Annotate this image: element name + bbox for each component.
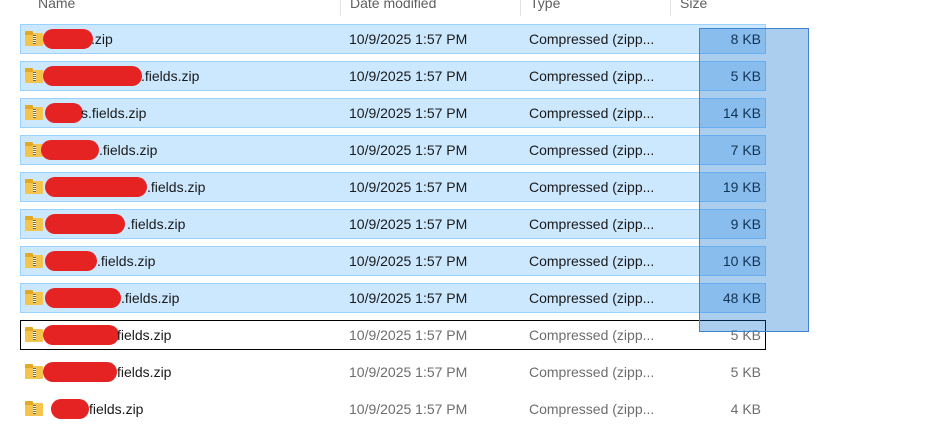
redaction-mark [41, 140, 99, 160]
zip-folder-icon [25, 253, 43, 268]
file-name: fields.zip [117, 364, 172, 380]
file-type: Compressed (zipp... [529, 68, 655, 84]
file-row[interactable]: fields.zip 10/9/2025 1:57 PM Compressed (z… [20, 394, 766, 424]
file-row[interactable]: s.fields.zip 10/9/2025 1:57 PM Compressed … [20, 98, 766, 128]
file-row[interactable]: .zip 10/9/2025 1:57 PM Compressed (zipp...… [20, 24, 766, 54]
file-row[interactable]: .fields.zip 10/9/2025 1:57 PM Compressed (… [20, 283, 766, 313]
file-date-modified: 10/9/2025 1:57 PM [349, 401, 468, 417]
file-size: 5 KB [730, 364, 761, 380]
file-date-modified: 10/9/2025 1:57 PM [349, 290, 468, 306]
redaction-mark [45, 251, 97, 271]
file-date-modified: 10/9/2025 1:57 PM [349, 253, 468, 269]
file-date-modified: 10/9/2025 1:57 PM [349, 216, 468, 232]
redaction-mark [51, 399, 89, 419]
file-size: 4 KB [730, 401, 761, 417]
file-name: .zip [91, 31, 113, 47]
file-row[interactable]: fields.zip 10/9/2025 1:57 PM Compressed (z… [20, 320, 766, 350]
zip-folder-icon [25, 105, 43, 120]
file-date-modified: 10/9/2025 1:57 PM [349, 179, 468, 195]
redaction-mark [45, 177, 147, 197]
zip-folder-icon [25, 327, 43, 342]
file-name: .fields.zip [127, 216, 186, 232]
file-name: fields.zip [89, 401, 144, 417]
file-date-modified: 10/9/2025 1:57 PM [349, 327, 468, 343]
redaction-mark [45, 288, 121, 308]
file-name: .fields.zip [141, 68, 200, 84]
zip-folder-icon [25, 31, 43, 46]
file-type: Compressed (zipp... [529, 216, 655, 232]
redaction-mark [43, 362, 117, 382]
zip-folder-icon [25, 290, 43, 305]
file-type: Compressed (zipp... [529, 290, 655, 306]
column-header-size[interactable]: Size [670, 0, 766, 16]
file-name: .fields.zip [99, 142, 158, 158]
file-row[interactable]: .fields.zip 10/9/2025 1:57 PM Compressed (… [20, 135, 766, 165]
file-row[interactable]: .fields.zip 10/9/2025 1:57 PM Compressed (… [20, 209, 766, 239]
file-type: Compressed (zipp... [529, 31, 655, 47]
zip-folder-icon [25, 179, 43, 194]
file-date-modified: 10/9/2025 1:57 PM [349, 68, 468, 84]
drag-selection-rectangle [699, 28, 809, 332]
file-type: Compressed (zipp... [529, 401, 655, 417]
zip-folder-icon [25, 401, 43, 416]
file-date-modified: 10/9/2025 1:57 PM [349, 142, 468, 158]
file-row[interactable]: fields.zip 10/9/2025 1:57 PM Compressed (z… [20, 357, 766, 387]
column-header-date-modified[interactable]: Date modified [340, 0, 520, 16]
column-header-type[interactable]: Type [520, 0, 670, 16]
file-name: .fields.zip [147, 179, 206, 195]
file-type: Compressed (zipp... [529, 327, 655, 343]
file-name: .fields.zip [97, 253, 156, 269]
file-type: Compressed (zipp... [529, 105, 655, 121]
file-name: fields.zip [117, 327, 172, 343]
redaction-mark [45, 103, 83, 123]
column-header-bar: Name Date modified Type Size [0, 0, 933, 16]
redaction-mark [45, 214, 125, 234]
file-row[interactable]: .fields.zip 10/9/2025 1:57 PM Compressed (… [20, 172, 766, 202]
file-date-modified: 10/9/2025 1:57 PM [349, 364, 468, 380]
file-type: Compressed (zipp... [529, 142, 655, 158]
file-type: Compressed (zipp... [529, 364, 655, 380]
file-type: Compressed (zipp... [529, 179, 655, 195]
redaction-mark [43, 29, 93, 49]
file-row[interactable]: .fields.zip 10/9/2025 1:57 PM Compressed (… [20, 61, 766, 91]
zip-folder-icon [25, 364, 43, 379]
file-date-modified: 10/9/2025 1:57 PM [349, 31, 468, 47]
column-header-name[interactable]: Name [28, 0, 340, 16]
file-name: s.fields.zip [81, 105, 147, 121]
file-name: .fields.zip [121, 290, 180, 306]
zip-folder-icon [25, 68, 43, 83]
redaction-mark [43, 325, 119, 345]
redaction-mark [43, 66, 142, 86]
file-row[interactable]: .fields.zip 10/9/2025 1:57 PM Compressed (… [20, 246, 766, 276]
file-type: Compressed (zipp... [529, 253, 655, 269]
file-date-modified: 10/9/2025 1:57 PM [349, 105, 468, 121]
zip-folder-icon [25, 216, 43, 231]
